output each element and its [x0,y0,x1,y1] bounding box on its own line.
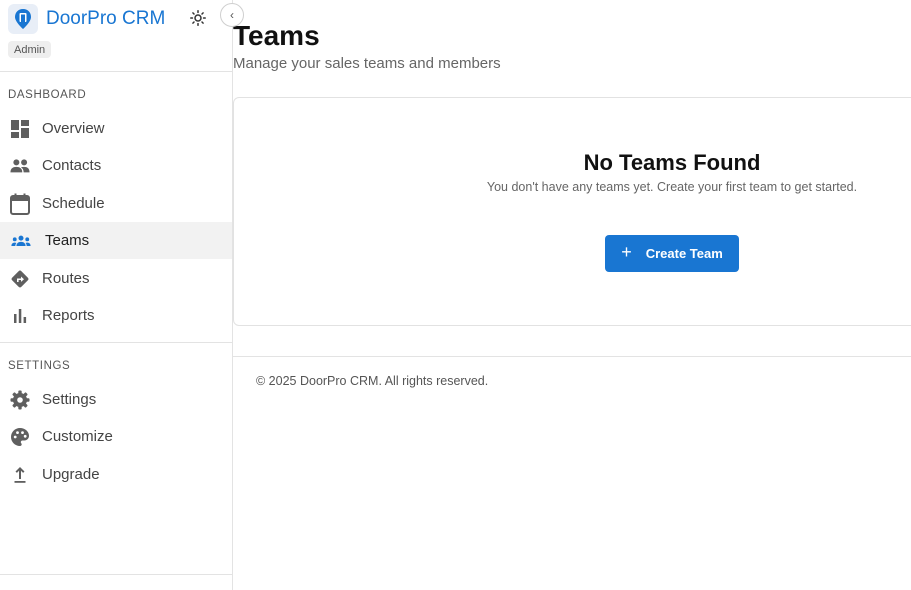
directions-icon [10,269,30,289]
sidebar: DoorPro CRM Admin DASHBOARD Overview Con… [0,0,233,590]
sun-icon [190,10,206,26]
sidebar-item-contacts[interactable]: Contacts [0,147,232,184]
create-team-label: Create Team [645,246,723,261]
sidebar-item-settings[interactable]: Settings [0,381,232,418]
empty-state-text: You don't have any teams yet. Create you… [486,180,858,194]
page-subtitle: Manage your sales teams and members [233,55,501,72]
create-team-button[interactable]: + Create Team [605,235,739,272]
footer-divider [233,356,911,357]
chevron-left-icon: ‹ [230,8,234,22]
plus-icon: + [621,242,632,262]
brand[interactable]: DoorPro CRM [8,4,165,34]
footer-copyright: © 2025 DoorPro CRM. All rights reserved. [256,374,489,388]
sidebar-item-label: Settings [42,391,97,408]
sidebar-item-upgrade[interactable]: Upgrade [0,456,232,493]
section-title-settings: SETTINGS [8,360,71,372]
sidebar-divider [0,71,232,72]
page-title: Teams [233,20,320,51]
groups-icon [11,231,31,251]
sidebar-item-overview[interactable]: Overview [0,110,232,147]
section-title-dashboard: DASHBOARD [8,89,87,101]
sidebar-item-customize[interactable]: Customize [0,418,232,455]
sidebar-item-label: Reports [42,307,95,324]
sidebar-item-label: Teams [45,232,90,249]
door-logo-icon [8,4,38,34]
sidebar-item-routes[interactable]: Routes [0,260,232,297]
upload-icon [10,465,30,485]
gear-icon [10,390,30,410]
sidebar-item-label: Contacts [42,157,102,174]
sidebar-item-label: Routes [42,270,90,287]
empty-state-title: No Teams Found [583,150,761,175]
dashboard-icon [10,119,30,139]
app-name: DoorPro CRM [46,8,166,29]
collapse-sidebar-button[interactable]: ‹ [220,3,244,27]
people-icon [10,156,30,176]
role-badge: Admin [8,41,52,58]
sidebar-divider [0,342,232,343]
sidebar-item-label: Upgrade [42,466,100,483]
teams-card [233,97,911,326]
sidebar-item-label: Overview [42,120,105,137]
sidebar-item-label: Customize [42,428,113,445]
sidebar-divider [0,574,232,575]
palette-icon [10,427,30,447]
theme-toggle-button[interactable] [188,8,208,28]
sidebar-item-teams[interactable]: Teams [0,222,232,259]
calendar-icon [10,193,30,215]
sidebar-item-reports[interactable]: Reports [0,297,232,334]
sidebar-item-schedule[interactable]: Schedule [0,185,232,222]
bar-chart-icon [10,306,30,326]
sidebar-item-label: Schedule [42,195,105,212]
